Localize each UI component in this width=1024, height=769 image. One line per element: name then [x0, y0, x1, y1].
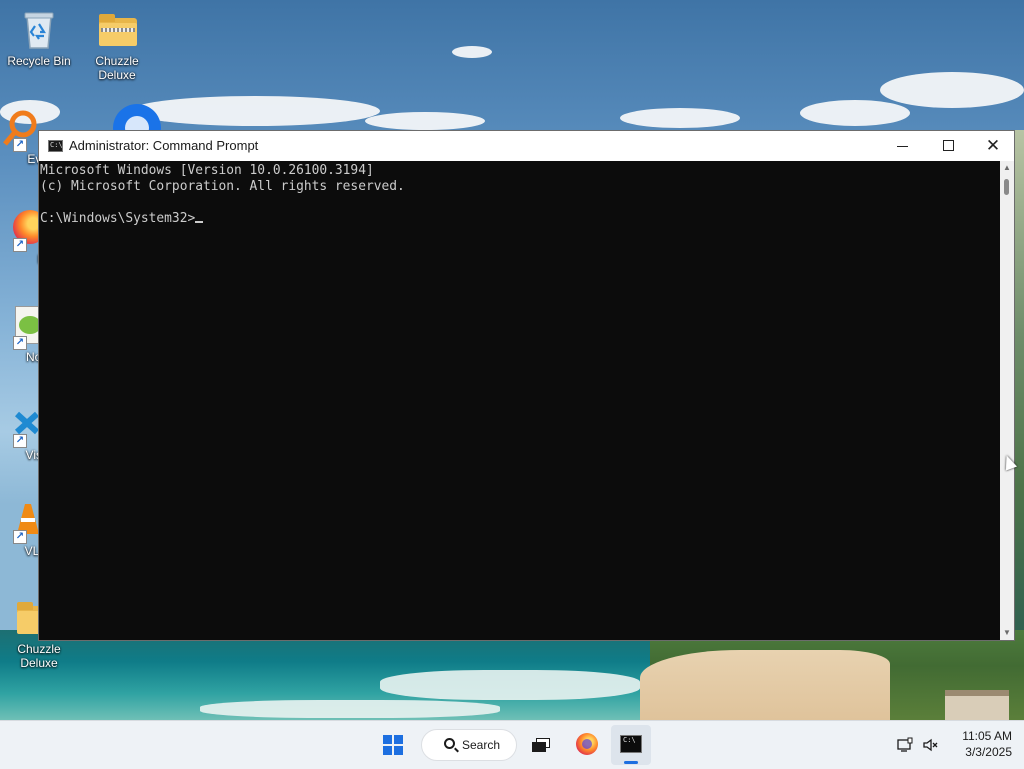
shortcut-arrow-icon: ↗ [13, 238, 27, 252]
desktop-icon-recycle-bin[interactable]: Recycle Bin [0, 10, 78, 68]
taskbar: Search C:\ 11:05 AM 3/3/2025 [0, 720, 1024, 769]
text-cursor [195, 221, 204, 223]
taskbar-firefox-icon[interactable] [576, 733, 598, 755]
notepad-icon: ↗ [0, 306, 43, 350]
shortcut-arrow-icon: ↗ [13, 336, 27, 350]
minimize-icon [897, 146, 908, 147]
cloud [880, 72, 1024, 108]
shortcut-arrow-icon: ↗ [13, 530, 27, 544]
maximize-button[interactable] [925, 131, 971, 161]
wallpaper-coast-edge [1014, 130, 1024, 640]
scrollbar-thumb[interactable] [1004, 179, 1009, 195]
scroll-up-arrow-icon[interactable]: ▲ [1000, 161, 1014, 175]
shortcut-arrow-icon: ↗ [13, 434, 27, 448]
shortcut-arrow-icon: ↗ [13, 138, 27, 152]
taskbar-command-prompt-button[interactable]: C:\ [611, 725, 651, 765]
cloud [620, 108, 740, 128]
active-app-indicator [624, 761, 638, 764]
close-button[interactable]: ✕ [970, 131, 1016, 161]
close-icon: ✕ [985, 136, 1001, 155]
wallpaper-beach [640, 650, 890, 720]
desktop-icon-chuzzle-deluxe[interactable]: Chuzzle Deluxe [78, 10, 156, 82]
window-title: Administrator: Command Prompt [69, 138, 259, 153]
wallpaper-house [945, 690, 1009, 720]
console-prompt-line[interactable]: C:\Windows\System32> [40, 211, 1000, 227]
cloud [452, 46, 492, 58]
console-output[interactable]: Microsoft Windows [Version 10.0.26100.31… [39, 161, 1000, 640]
maximize-icon [943, 140, 954, 151]
desktop-icon-label: Chuzzle Deluxe [17, 642, 61, 670]
console-line: Microsoft Windows [Version 10.0.26100.31… [40, 163, 374, 178]
wallpaper-surf [380, 670, 640, 700]
magnifier-icon: ↗ [0, 108, 39, 152]
cloud [130, 96, 380, 126]
search-icon [444, 738, 455, 749]
clock-time: 11:05 AM [962, 729, 1012, 743]
wallpaper-surf [200, 700, 500, 718]
firefox-icon: ↗ [0, 208, 47, 252]
desktop-icon-label: Chuzzle Deluxe [95, 54, 139, 82]
task-view-icon[interactable] [532, 738, 550, 752]
taskbar-search-box[interactable]: Search [421, 729, 517, 761]
window-titlebar[interactable]: C:\ Administrator: Command Prompt ✕ [39, 131, 1014, 161]
taskbar-clock[interactable]: 11:05 AM 3/3/2025 [950, 728, 1012, 760]
clock-date: 3/3/2025 [965, 745, 1012, 759]
desktop-icon-label: Recycle Bin [7, 54, 71, 68]
command-prompt-icon: C:\ [48, 140, 63, 152]
network-icon[interactable] [897, 737, 913, 753]
taskbar-command-prompt-icon: C:\ [620, 735, 642, 753]
console-line: (c) Microsoft Corporation. All rights re… [40, 179, 405, 194]
cloud [800, 100, 910, 126]
vscode-icon: ↗ [0, 404, 40, 448]
cloud [365, 112, 485, 130]
console-prompt: C:\Windows\System32> [40, 211, 196, 226]
vlc-cone-icon: ↗ [0, 500, 39, 544]
start-button[interactable] [373, 725, 413, 765]
vertical-scrollbar[interactable]: ▲ ▼ [1000, 161, 1014, 640]
scroll-down-arrow-icon[interactable]: ▼ [1000, 626, 1014, 640]
windows-logo-icon [383, 735, 403, 755]
search-label: Search [462, 738, 501, 752]
minimize-button[interactable] [880, 131, 926, 161]
recycle-bin-icon [19, 10, 59, 50]
volume-muted-icon[interactable] [922, 737, 938, 753]
command-prompt-window[interactable]: C:\ Administrator: Command Prompt ✕ Micr… [38, 130, 1015, 641]
zip-folder-icon [97, 10, 137, 50]
